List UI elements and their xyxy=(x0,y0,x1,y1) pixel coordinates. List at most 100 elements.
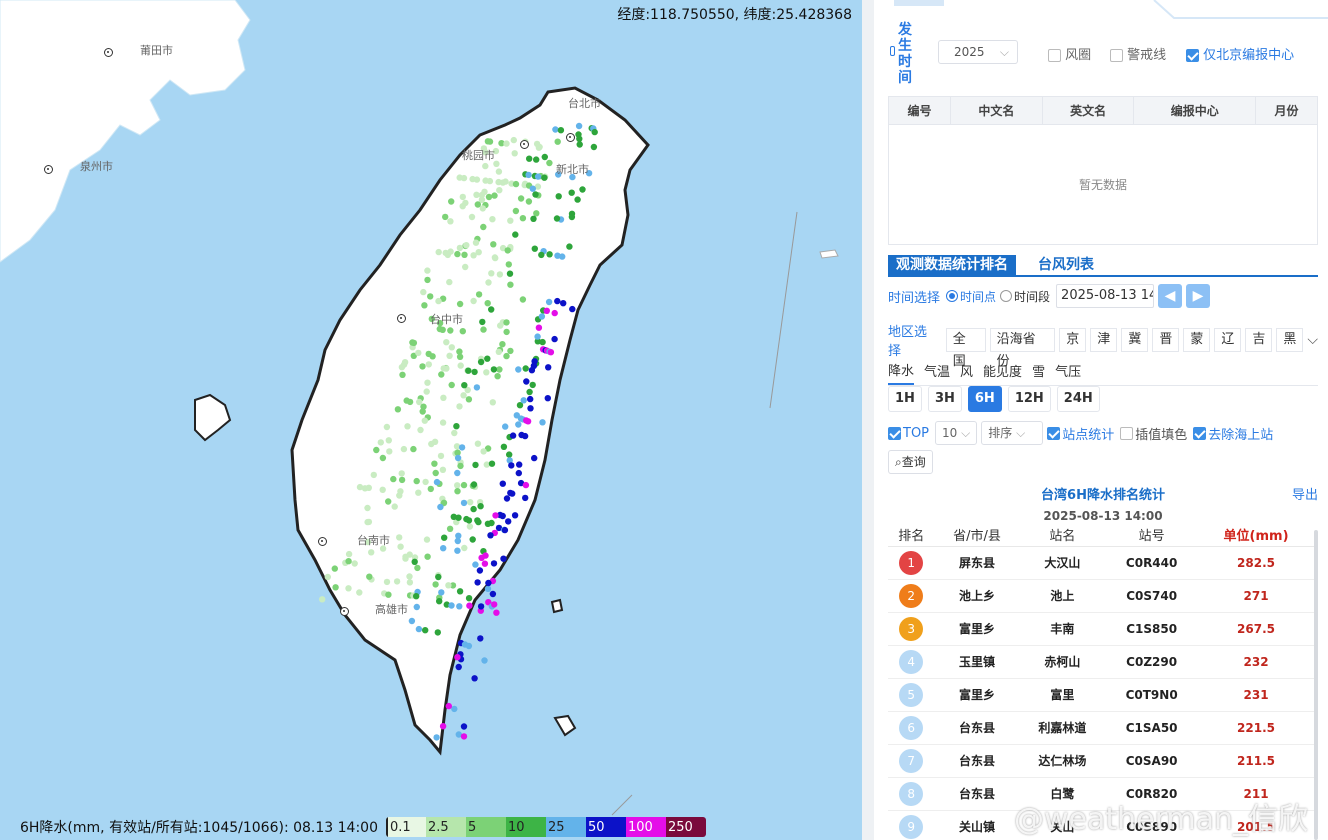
query-button[interactable]: ⌕查询 xyxy=(888,450,933,474)
region-button[interactable]: 吉 xyxy=(1245,328,1273,352)
station-dot xyxy=(391,503,398,510)
warning-line-option[interactable]: 警戒线 xyxy=(1110,44,1166,63)
station-dot xyxy=(403,397,410,404)
station-dot xyxy=(456,403,463,410)
station-dot xyxy=(427,485,434,493)
panel-divider[interactable] xyxy=(862,0,874,840)
sort-select[interactable]: 排序 ⌵ xyxy=(981,421,1044,445)
station-dot xyxy=(480,223,487,231)
top-checkbox[interactable] xyxy=(888,426,901,440)
remove-sea-label: 去除海上站 xyxy=(1208,427,1274,443)
radio-time-point[interactable] xyxy=(946,290,959,302)
region-button[interactable]: 全国 xyxy=(945,328,986,369)
var-tab-precip[interactable]: 降水 xyxy=(888,360,915,385)
hour-button-1h[interactable]: 1H xyxy=(888,386,922,412)
table-row[interactable]: 1 屏东县 大汉山 C0R440 282.5 xyxy=(888,546,1314,580)
station-dot xyxy=(470,505,477,513)
hour-button-24h[interactable]: 24H xyxy=(1056,386,1100,412)
chevron-down-icon[interactable]: ⌵ xyxy=(1307,332,1318,348)
beijing-only-option[interactable]: 仅北京编报中心 xyxy=(1186,44,1294,63)
var-tab-snow[interactable]: 雪 xyxy=(1032,361,1045,384)
station-dot xyxy=(451,429,458,437)
query-row: ⌕查询 xyxy=(888,450,1318,474)
region-button[interactable]: 蒙 xyxy=(1183,328,1211,352)
station-dot xyxy=(422,478,429,486)
var-tab-wind[interactable]: 风 xyxy=(960,361,973,384)
time-range-label[interactable]: 时间段 xyxy=(1014,288,1050,305)
station-dot xyxy=(438,371,445,378)
year-select[interactable]: 2025 ⌵ xyxy=(938,40,1018,64)
scrollbar[interactable] xyxy=(1314,530,1318,840)
table-header[interactable]: 英文名 xyxy=(1041,96,1135,125)
table-row[interactable]: 2 池上乡 池上 C0S740 271 xyxy=(888,579,1314,613)
station-dot xyxy=(521,432,529,440)
region-button[interactable]: 辽 xyxy=(1214,328,1242,352)
hour-button-3h[interactable]: 3H xyxy=(927,386,962,412)
wind-circle-option[interactable]: 风圈 xyxy=(1048,44,1091,63)
station-dot xyxy=(446,278,453,286)
hour-button-6h[interactable]: 6H xyxy=(967,386,1002,412)
tab-typhoon-list[interactable]: 台风列表 xyxy=(1030,255,1102,275)
table-row[interactable]: 3 富里乡 丰南 C1S850 267.5 xyxy=(888,612,1314,646)
station-dot xyxy=(482,162,489,170)
region-button[interactable]: 黑 xyxy=(1276,328,1304,352)
station-dot xyxy=(524,418,532,425)
map-canvas[interactable] xyxy=(0,0,862,840)
var-tab-visibility[interactable]: 能见度 xyxy=(983,361,1022,384)
station-dot xyxy=(554,138,561,145)
date-input[interactable]: 2025-08-13 14 xyxy=(1056,284,1155,308)
station-dot xyxy=(485,579,492,587)
table-header[interactable]: 中文名 xyxy=(950,96,1043,125)
station-dot xyxy=(399,371,406,378)
radio-time-range[interactable] xyxy=(1000,290,1013,302)
table-header[interactable]: 月份 xyxy=(1254,96,1319,125)
lanyu-island xyxy=(553,714,577,737)
table-row[interactable]: 4 玉里镇 赤柯山 C0Z290 232 xyxy=(888,645,1314,679)
time-select-label: 时间选择 xyxy=(888,290,941,306)
prev-time-button[interactable]: ◀ xyxy=(1158,284,1183,308)
station-dot xyxy=(515,469,522,477)
station-stat-checkbox[interactable] xyxy=(1047,426,1061,440)
station-dot xyxy=(460,723,468,730)
tab-statistics[interactable]: 观测数据统计排名 xyxy=(888,255,1016,275)
map-view[interactable]: 经度:118.750550, 纬度:25.428368 莆田市 泉州市 台北市 … xyxy=(0,0,862,840)
station-dot xyxy=(424,267,431,274)
checkbox[interactable] xyxy=(1110,49,1123,62)
station-dot xyxy=(527,395,534,403)
var-tab-pressure[interactable]: 气压 xyxy=(1055,361,1081,384)
vertical-marker xyxy=(890,46,895,56)
region-button[interactable]: 津 xyxy=(1090,328,1118,352)
checkbox[interactable] xyxy=(1048,49,1061,62)
interp-fill-checkbox[interactable] xyxy=(1120,426,1134,440)
table-header[interactable]: 编号 xyxy=(888,96,951,125)
hour-button-12h[interactable]: 12H xyxy=(1007,386,1051,412)
export-link[interactable]: 导出 xyxy=(1292,484,1318,503)
city-label-putian: 莆田市 xyxy=(140,44,173,57)
table-row[interactable]: 5 富里乡 富里 C0T9N0 231 xyxy=(888,678,1314,712)
station-dot xyxy=(429,353,436,360)
station-id-cell: C0R440 xyxy=(1105,546,1199,580)
station-dot xyxy=(512,180,520,188)
remove-sea-checkbox[interactable] xyxy=(1193,426,1207,440)
station-dot xyxy=(511,150,518,157)
station-dot xyxy=(448,381,455,389)
time-point-label[interactable]: 时间点 xyxy=(960,288,996,305)
checkbox-checked[interactable] xyxy=(1186,49,1199,62)
county-cell: 玉里镇 xyxy=(934,645,1020,679)
next-time-button[interactable]: ▶ xyxy=(1186,284,1211,308)
station-dot xyxy=(520,397,527,404)
station-dot xyxy=(465,396,473,403)
station-dot xyxy=(511,512,519,519)
region-button[interactable]: 晋 xyxy=(1152,328,1180,352)
region-button[interactable]: 京 xyxy=(1059,328,1087,352)
top-count-select[interactable]: 10 ⌵ xyxy=(935,421,978,445)
var-tab-temp[interactable]: 气温 xyxy=(924,361,950,384)
table-header[interactable]: 编报中心 xyxy=(1133,96,1256,125)
table-row[interactable]: 7 台东县 达仁林场 C0SA90 211.5 xyxy=(888,744,1314,778)
time-select-row: 时间选择 时间点 时间段 2025-08-13 14 ◀ ▶ xyxy=(888,284,1318,308)
table-row[interactable]: 6 台东县 利嘉林道 C1SA50 221.5 xyxy=(888,711,1314,745)
station-dot xyxy=(404,423,411,430)
station-dot xyxy=(576,135,583,142)
region-button[interactable]: 沿海省份 xyxy=(989,328,1056,369)
region-button[interactable]: 冀 xyxy=(1121,328,1149,352)
